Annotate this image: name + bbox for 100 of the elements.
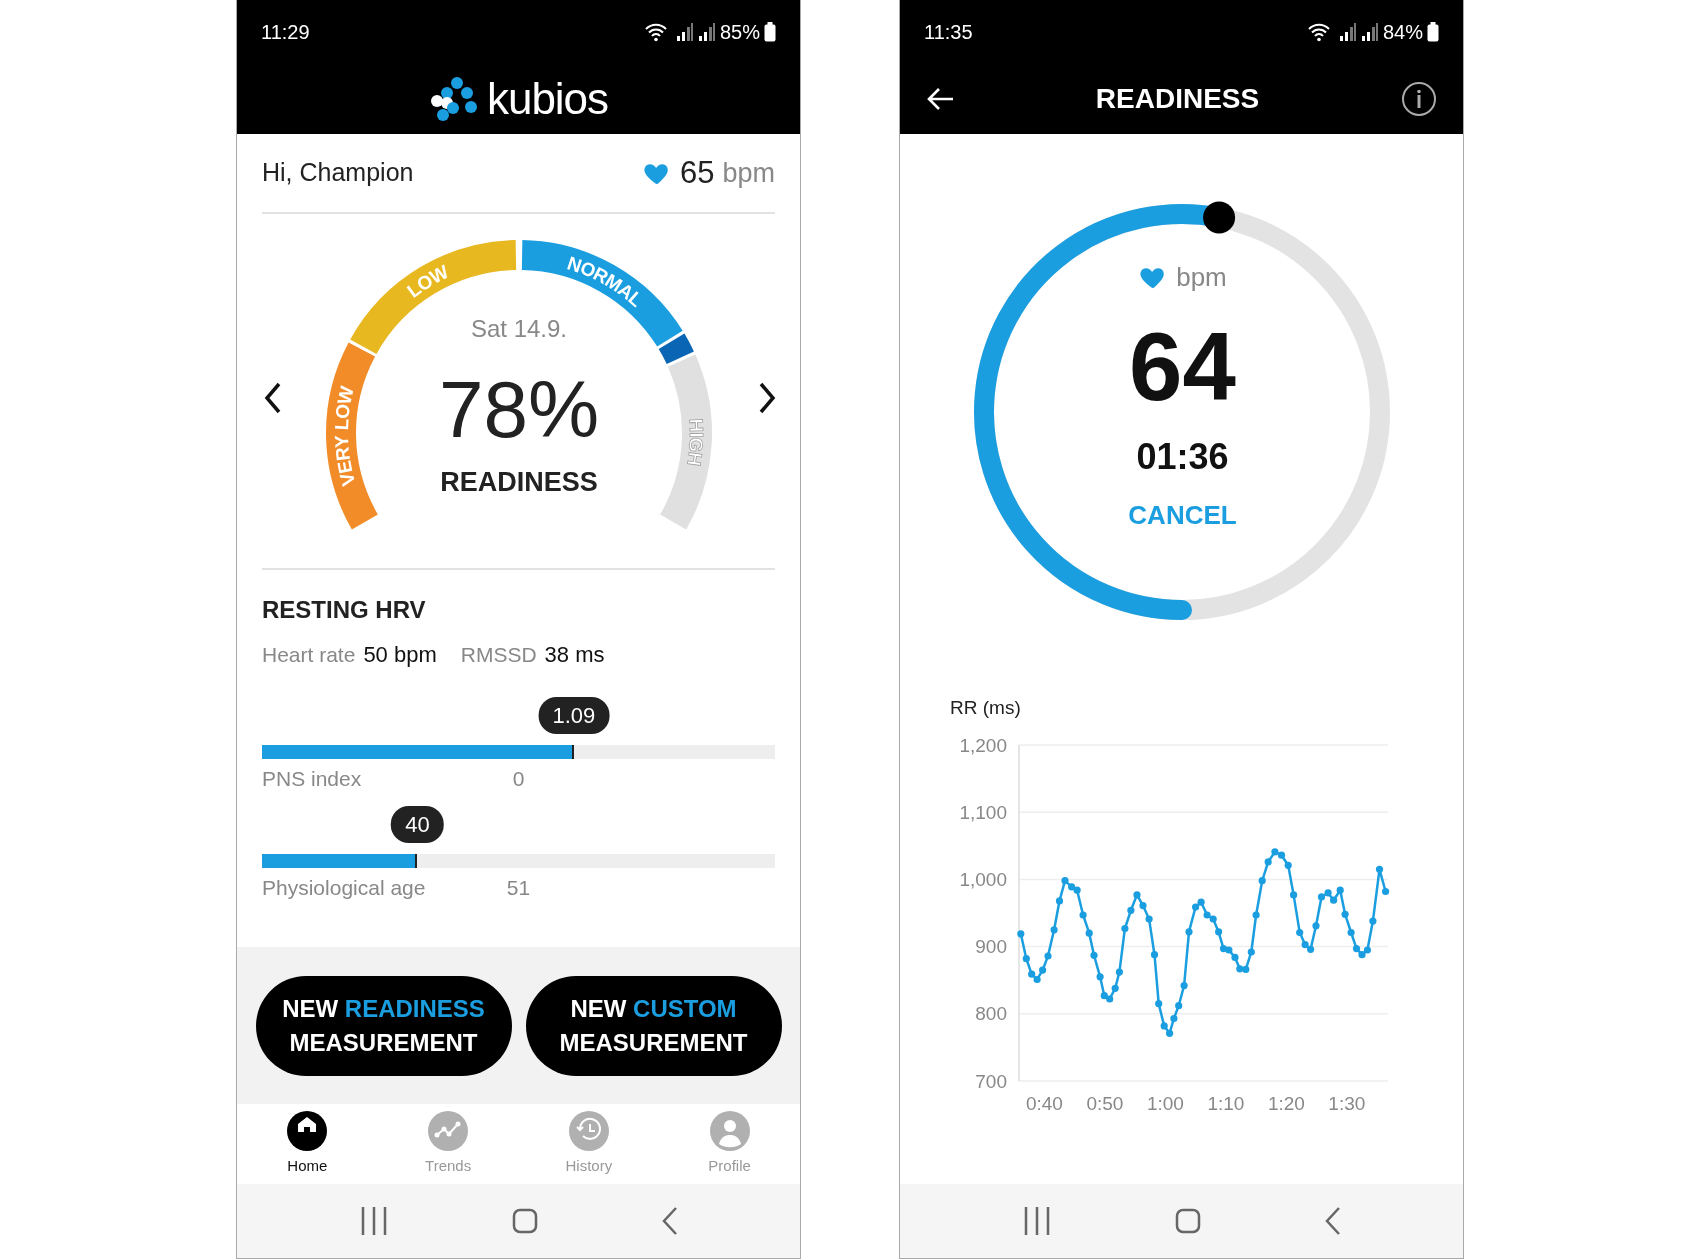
nav-tab[interactable]: History [543,1110,634,1178]
section-title: RESTING HRV [262,595,427,625]
data-point [1336,886,1344,894]
y-tick-label: 800 [975,1002,1007,1024]
midpoint-label: 0 [512,766,525,792]
clock-icon [568,1110,609,1151]
data-point [1258,876,1266,884]
status-time: 11:29 [261,20,310,45]
info-icon[interactable] [1401,81,1437,117]
data-point [1022,954,1030,962]
cancel-button[interactable]: CANCEL [1128,500,1237,532]
person-icon [709,1110,750,1151]
data-point [1115,968,1123,976]
data-point [1252,910,1260,919]
heart-rate-unit: bpm [722,156,775,190]
data-point [1150,950,1159,958]
stat-label: Heart rate [262,642,356,668]
previous-chevron-icon[interactable] [264,382,281,414]
data-point [1017,929,1025,937]
y-tick-label: 900 [975,935,1007,957]
gauge-date: Sat 14.9. [470,314,568,342]
timer-text: 01:36 [1136,435,1229,479]
data-point [1312,921,1320,929]
screen-title: READINESS [1095,82,1260,116]
slider-label: PNS index [262,767,362,790]
heart-rate-value: 65 [680,153,715,192]
data-point [1170,1014,1178,1022]
data-point [1127,906,1135,914]
data-point [1347,928,1355,936]
data-point [1079,910,1087,919]
stat-value: 38 ms [544,641,605,669]
data-point [1185,927,1193,935]
stat-value: 50 bpm [363,641,437,669]
data-point [1090,951,1098,959]
data-point [1341,910,1349,918]
status-time: 11:35 [924,20,973,45]
battery-percent: 85% [719,20,760,45]
value-bubble: 40 [391,805,444,843]
home-icon [287,1110,328,1151]
data-point [1050,925,1058,933]
data-point [1369,917,1377,925]
back-nav-icon[interactable] [660,1206,679,1236]
data-point [1215,927,1223,935]
data-point [1085,929,1093,937]
data-point [1133,890,1141,898]
readiness-value: 78% [438,364,600,454]
signal-icon [1360,22,1379,42]
axis-title: RR (ms) [950,696,1022,720]
nav-tab[interactable]: Profile [684,1110,775,1178]
x-tick-label: 1:00 [1146,1092,1184,1113]
battery-icon [1427,22,1439,42]
nav-tab[interactable]: Home [262,1110,353,1178]
gauge-marker [658,333,694,365]
data-point [1111,984,1119,992]
signal-icon [1338,22,1357,42]
signal-icon [697,22,716,42]
data-point [1139,901,1147,909]
x-tick-label: 1:10 [1207,1092,1245,1113]
x-tick-label: 0:40 [1025,1092,1063,1113]
y-tick-label: 1,200 [959,734,1007,755]
data-point [1180,981,1188,989]
x-tick-label: 1:20 [1267,1092,1305,1113]
home-nav-icon[interactable] [511,1208,538,1234]
data-point [1145,914,1153,923]
back-nav-icon[interactable] [1323,1206,1342,1236]
data-point [1096,972,1104,980]
battery-icon [764,22,776,42]
home-nav-icon[interactable] [1174,1208,1201,1234]
slider-label: Physiological age [262,875,426,899]
back-arrow-icon[interactable] [926,87,954,111]
heart-rate-unit: bpm [1176,260,1227,294]
data-point [1290,890,1298,898]
data-point [1264,857,1272,865]
logo-text: kubios [486,73,609,125]
data-point [1121,924,1129,932]
readiness-label: READINESS [440,467,598,497]
data-point [1044,951,1052,960]
stat-label: RMSSD [460,642,537,668]
midpoint-label: 51 [506,874,531,901]
data-point [1382,887,1390,895]
nav-tab[interactable]: Trends [403,1110,494,1178]
data-point [1155,999,1163,1007]
x-tick-label: 1:30 [1328,1092,1366,1113]
battery-percent: 84% [1382,20,1423,45]
dots-logo-icon [428,75,479,123]
greeting-text: Hi, Champion [262,157,414,189]
data-point [1375,865,1384,873]
next-chevron-icon[interactable] [759,382,776,414]
heart-rate-value: 64 [1129,319,1236,415]
value-bubble: 1.09 [538,697,610,734]
data-point [1055,896,1064,904]
measurement-button[interactable]: NEW READINESS MEASUREMENT [255,975,512,1076]
y-tick-label: 700 [975,1070,1007,1091]
data-point [1284,861,1292,869]
x-tick-label: 0:50 [1086,1092,1124,1113]
y-tick-label: 1,000 [959,868,1007,890]
y-tick-label: 1,100 [959,801,1007,823]
measurement-button[interactable]: NEW CUSTOM MEASUREMENT [525,975,782,1076]
data-point [1175,1001,1183,1009]
signal-icon [675,22,694,42]
